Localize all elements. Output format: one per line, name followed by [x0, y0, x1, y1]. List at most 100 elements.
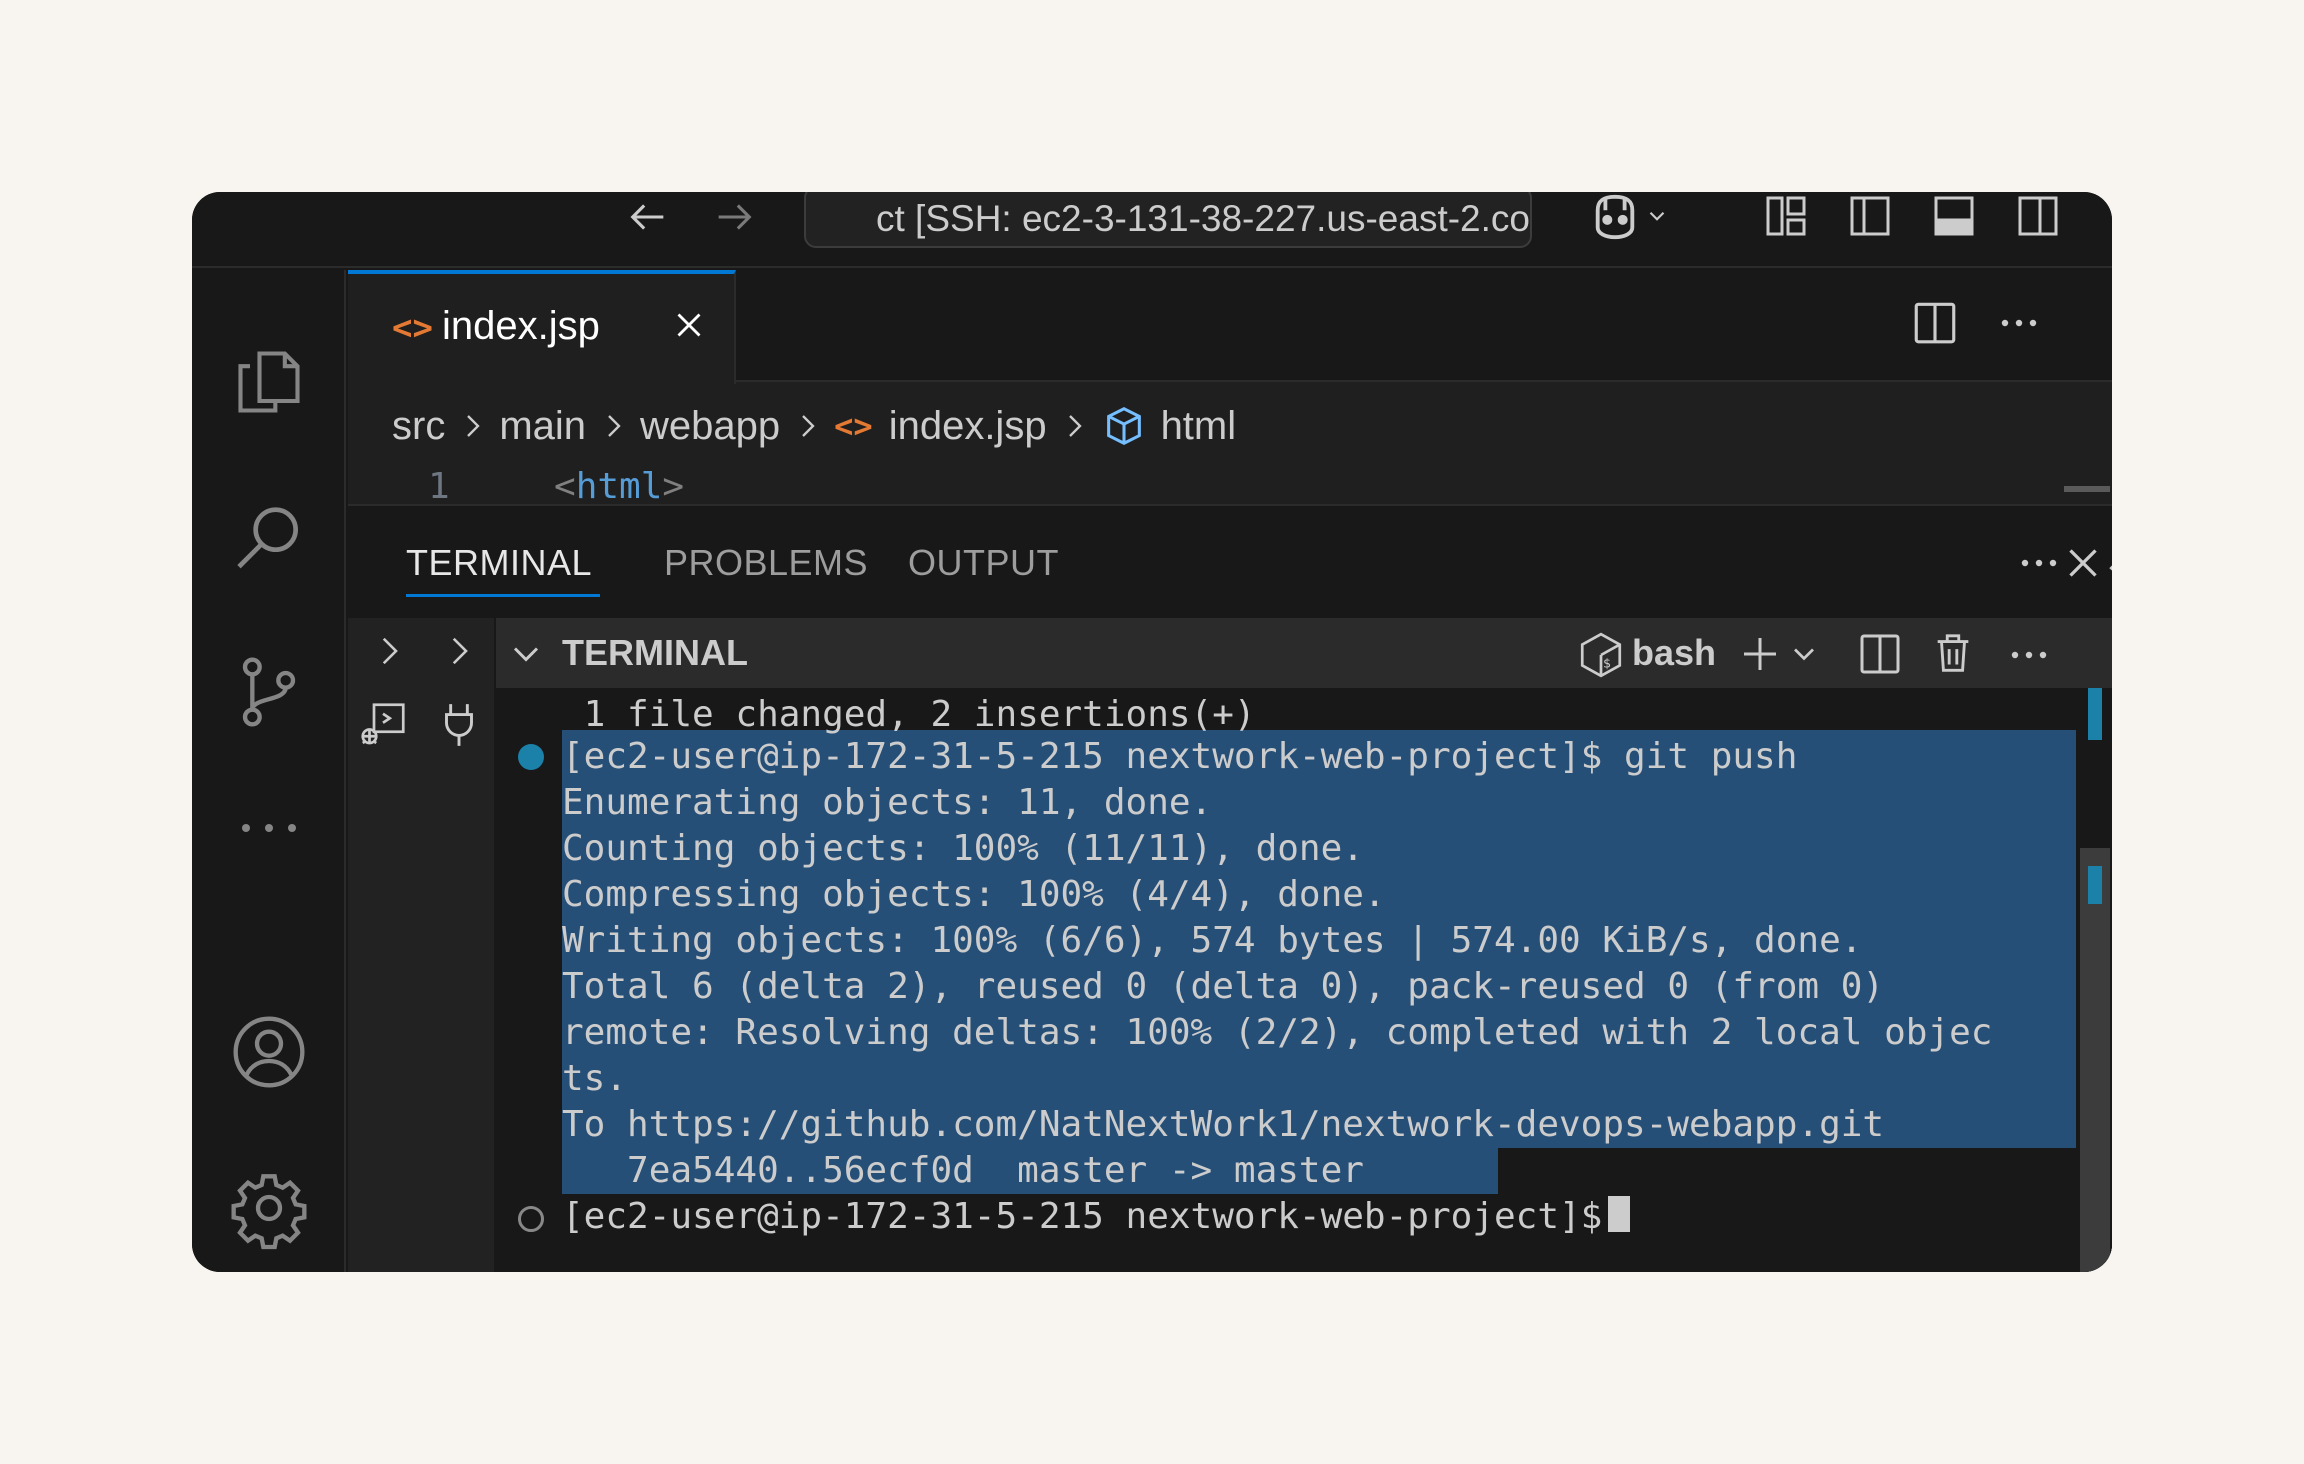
- chevron-right-icon: [1063, 406, 1087, 446]
- ellipsis-icon: [2021, 559, 2057, 567]
- toggle-secondary-sidebar-button[interactable]: [2010, 192, 2066, 244]
- expand-button[interactable]: [368, 630, 410, 677]
- close-tab-button[interactable]: [668, 304, 710, 351]
- back-button[interactable]: [622, 192, 674, 242]
- customize-layout-button[interactable]: [1758, 192, 1814, 244]
- split-terminal-button[interactable]: [1856, 630, 1904, 683]
- code-line: 1 <html>: [348, 466, 2112, 507]
- toggle-panel-button[interactable]: [1926, 192, 1982, 244]
- chevron-right-icon: [461, 406, 485, 446]
- command-center[interactable]: ct [SSH: ec2-3-131-38-227.us-east-2.co: [804, 192, 1532, 248]
- chevron-right-icon: [452, 637, 468, 665]
- copilot-button[interactable]: [1578, 192, 1678, 242]
- tab-label: index.jsp: [442, 304, 600, 348]
- chevron-down-icon: [1794, 648, 1814, 661]
- terminal-line: ts.: [562, 1058, 628, 1099]
- breadcrumb-html[interactable]: html: [1161, 404, 1237, 449]
- terminal-header: TERMINAL $ bash: [496, 618, 2112, 688]
- chevron-right-icon: [602, 406, 626, 446]
- terminal-shell-icon: $: [1576, 630, 1626, 685]
- ellipsis-icon: [2011, 651, 2047, 659]
- panel-more-button[interactable]: [2014, 538, 2064, 593]
- terminal-line: Total 6 (delta 2), reused 0 (delta 0), p…: [562, 966, 1885, 1007]
- layout-sidebar-left-icon: [1850, 196, 1890, 236]
- command-center-text: ct [SSH: ec2-3-131-38-227.us-east-2.co: [876, 198, 1530, 239]
- tab-terminal[interactable]: TERMINAL: [406, 542, 592, 584]
- close-icon: [677, 313, 701, 337]
- manage-button[interactable]: [229, 1168, 309, 1250]
- close-icon: [2069, 549, 2097, 577]
- terminal-prompt: [ec2-user@ip-172-31-5-215 nextwork-web-p…: [562, 1196, 1603, 1237]
- chevron-right-icon: [796, 406, 820, 446]
- terminal-line: 1 file changed, 2 insertions(+): [562, 694, 1256, 735]
- tag-close-bracket: >: [662, 466, 685, 507]
- search-icon: [237, 507, 298, 569]
- tag-open-bracket: <: [554, 466, 576, 507]
- symbol-class-icon: [1101, 403, 1147, 449]
- bottom-panel: TERMINAL PROBLEMS OUTPUT TERMINAL $ bash…: [348, 504, 2112, 1272]
- split-editor-right-action[interactable]: [1910, 298, 1960, 353]
- expand-button-2[interactable]: [438, 630, 480, 677]
- breadcrumb: src main webapp <> index.jsp html: [392, 396, 1236, 456]
- breadcrumb-src[interactable]: src: [392, 404, 445, 449]
- terminal-line: Counting objects: 100% (11/11), done.: [562, 828, 1364, 869]
- terminal-side-toolbar: [348, 618, 494, 1272]
- debug-console-button[interactable]: [356, 698, 410, 757]
- terminal-scrollbar[interactable]: [2072, 688, 2112, 1272]
- ellipsis-icon: [2001, 319, 2037, 327]
- scrollbar-thumb[interactable]: [2080, 848, 2110, 1272]
- chevron-down-icon: [1649, 211, 1665, 221]
- search-button[interactable]: [229, 498, 309, 578]
- terminal-section-title: TERMINAL: [562, 632, 748, 673]
- terminal-line: remote: Resolving deltas: 100% (2/2), co…: [562, 1012, 1993, 1053]
- terminal-cursor: [1608, 1196, 1631, 1232]
- arrow-right-icon: [718, 204, 752, 230]
- command-pending-decoration[interactable]: [518, 1206, 544, 1232]
- gear-icon: [231, 1174, 307, 1250]
- activity-bar: [192, 270, 346, 1272]
- source-control-button[interactable]: [229, 652, 309, 732]
- split-icon: [1860, 634, 1900, 674]
- toggle-primary-sidebar-button[interactable]: [1842, 192, 1898, 244]
- breadcrumb-webapp[interactable]: webapp: [640, 404, 780, 449]
- new-terminal-button[interactable]: [1736, 630, 1784, 683]
- minimap-slider[interactable]: [2064, 486, 2110, 492]
- terminal-more-button[interactable]: [2004, 630, 2054, 685]
- editor-tabs: <> index.jsp: [348, 270, 2112, 384]
- account-icon: [233, 1016, 305, 1088]
- terminal-output[interactable]: 1 file changed, 2 insertions(+) [ec2-use…: [496, 688, 2112, 1272]
- breadcrumb-index-jsp[interactable]: index.jsp: [889, 404, 1047, 449]
- terminal-line: Writing objects: 100% (6/6), 574 bytes |…: [562, 920, 1863, 961]
- scrollbar-marker: [2088, 866, 2102, 904]
- active-tab-indicator: [406, 594, 600, 597]
- plug-icon: [445, 704, 473, 746]
- panel-close-control[interactable]: [2058, 538, 2108, 593]
- tab-output[interactable]: OUTPUT: [908, 542, 1059, 584]
- terminal-line: To https://github.com/NatNextWork1/nextw…: [562, 1104, 1885, 1145]
- breadcrumb-main[interactable]: main: [499, 404, 586, 449]
- more-views-button[interactable]: [229, 788, 309, 868]
- tab-index-jsp[interactable]: <> index.jsp: [348, 270, 736, 384]
- ellipsis-icon: [242, 824, 296, 832]
- kill-terminal-button[interactable]: [1930, 630, 1976, 681]
- vscode-window: ct [SSH: ec2-3-131-38-227.us-east-2.co <…: [192, 192, 2112, 1272]
- line-number: 1: [428, 466, 450, 507]
- chevron-right-icon: [382, 637, 398, 665]
- launch-profile-button[interactable]: [1786, 636, 1822, 677]
- terminal-shell-name[interactable]: bash: [1632, 632, 1716, 674]
- svg-text:$: $: [1603, 656, 1611, 671]
- terminal-line: [ec2-user@ip-172-31-5-215 nextwork-web-p…: [562, 736, 1798, 777]
- command-success-decoration[interactable]: [518, 744, 544, 770]
- accounts-button[interactable]: [229, 1012, 309, 1092]
- more-actions-button[interactable]: [1994, 298, 2044, 353]
- terminal-line: Enumerating objects: 11, done.: [562, 782, 1213, 823]
- explorer-button[interactable]: [229, 342, 309, 422]
- ports-button[interactable]: [434, 698, 484, 757]
- scrollbar-marker: [2088, 688, 2102, 740]
- tab-problems[interactable]: PROBLEMS: [664, 542, 868, 584]
- forward-button[interactable]: [708, 192, 760, 242]
- files-icon: [238, 351, 300, 413]
- line-content[interactable]: <html>: [554, 466, 684, 507]
- terminal-prompt-line: [ec2-user@ip-172-31-5-215 nextwork-web-p…: [562, 1194, 1631, 1240]
- collapse-terminal-button[interactable]: [504, 632, 548, 681]
